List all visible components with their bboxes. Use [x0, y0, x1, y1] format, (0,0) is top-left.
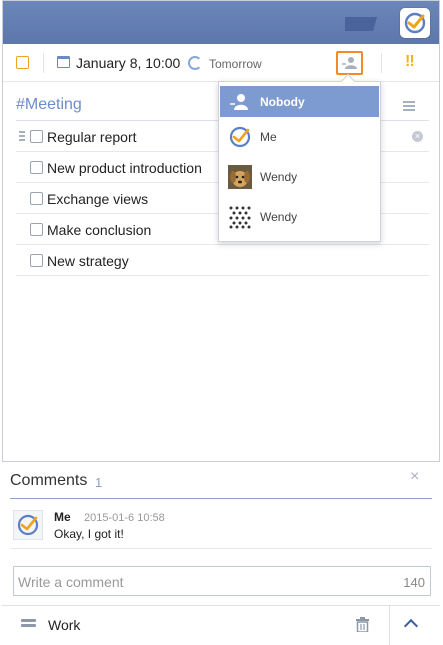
divider — [381, 53, 382, 73]
list-icon[interactable] — [21, 619, 36, 630]
assignee-option-wendy[interactable]: Wendy — [220, 201, 379, 232]
delete-subtask-icon[interactable]: × — [412, 131, 423, 142]
person-icon — [228, 90, 252, 114]
priority-indicator[interactable]: !! — [405, 53, 415, 71]
divider — [10, 498, 432, 499]
subtask-checkbox[interactable] — [30, 130, 43, 143]
list-name[interactable]: Work — [48, 617, 80, 633]
assignee-option-label: Me — [260, 129, 277, 144]
chevron-up-icon[interactable] — [403, 618, 419, 634]
app-logo-icon — [228, 125, 252, 149]
comment-text: Okay, I got it! — [54, 527, 124, 541]
app-logo-icon — [17, 514, 39, 536]
comments-count: 1 — [95, 475, 103, 490]
assignee-dropdown: Nobody Me Wendy Wendy — [218, 73, 381, 242]
avatar — [13, 510, 43, 540]
subtask-item[interactable]: New strategy — [16, 245, 429, 276]
footer-bar: Work — [2, 605, 440, 645]
due-date[interactable]: January 8, 10:00 — [76, 55, 180, 71]
assignee-option-label: Wendy — [260, 209, 298, 224]
subtask-checkbox[interactable] — [30, 192, 43, 205]
notification-flag-icon[interactable] — [345, 17, 377, 31]
app-logo-icon[interactable] — [400, 8, 430, 38]
assignee-option-wendy[interactable]: Wendy — [220, 161, 379, 192]
calendar-icon[interactable] — [57, 56, 70, 68]
pattern-avatar — [228, 204, 252, 229]
title-bar — [3, 1, 439, 44]
subtask-label[interactable]: Regular report — [47, 129, 137, 145]
subtask-checkbox[interactable] — [30, 254, 43, 267]
drag-handle-icon[interactable] — [19, 131, 25, 141]
divider — [10, 548, 432, 549]
trash-icon[interactable] — [356, 617, 369, 632]
divider — [389, 606, 390, 645]
repeat-icon — [188, 56, 202, 70]
assignee-option-me[interactable]: Me — [220, 121, 379, 152]
assignee-option-label: Wendy — [260, 169, 298, 184]
char-limit: 140 — [403, 575, 425, 590]
subtask-checkbox[interactable] — [30, 161, 43, 174]
subtask-label[interactable]: New product introduction — [47, 160, 202, 176]
assign-button[interactable] — [336, 51, 363, 75]
list-menu-icon[interactable] — [403, 101, 415, 111]
assignee-option-nobody[interactable]: Nobody — [220, 86, 379, 117]
subtask-label[interactable]: New strategy — [47, 253, 129, 269]
comments-title: Comments — [10, 472, 88, 489]
subtask-label[interactable]: Make conclusion — [47, 222, 151, 238]
person-icon — [341, 57, 357, 69]
divider — [43, 53, 44, 73]
comment-time: 2015-01-6 10:58 — [84, 512, 165, 524]
comment-author: Me — [54, 510, 71, 524]
repeat-label[interactable]: Tomorrow — [209, 57, 262, 71]
close-icon[interactable]: × — [410, 468, 419, 486]
comment-input-placeholder: Write a comment — [18, 574, 124, 590]
comment-input[interactable]: Write a comment 140 — [13, 566, 431, 596]
task-meta-bar: January 8, 10:00 Tomorrow !! — [3, 44, 439, 82]
assignee-option-label: Nobody — [260, 94, 305, 109]
dog-avatar — [228, 164, 252, 189]
subtask-checkbox[interactable] — [30, 223, 43, 236]
task-title[interactable]: #Meeting — [16, 96, 82, 114]
subtask-label[interactable]: Exchange views — [47, 191, 148, 207]
task-checkbox[interactable] — [16, 56, 29, 69]
